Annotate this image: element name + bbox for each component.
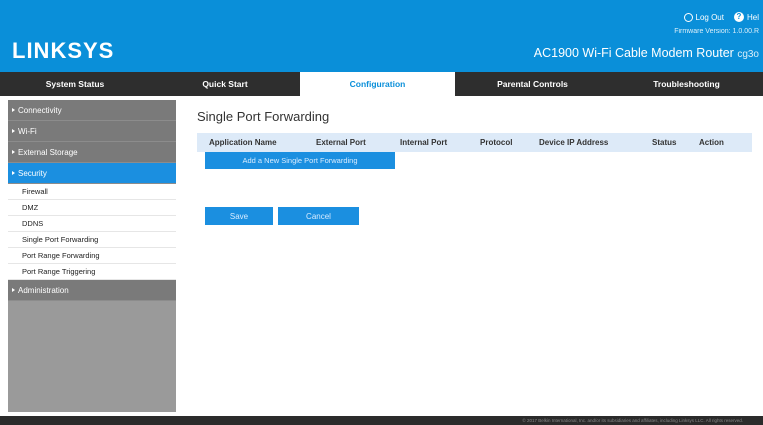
column-header: Status [652, 138, 677, 147]
tab-quick-start[interactable]: Quick Start [150, 72, 300, 96]
sidebar-subitem-firewall[interactable]: Firewall [8, 184, 176, 200]
sidebar-item-label: Wi-Fi [18, 126, 37, 136]
arrow-right-icon [12, 150, 15, 154]
tab-configuration[interactable]: Configuration [300, 72, 455, 96]
sidebar-item-label: Connectivity [18, 105, 62, 115]
sidebar-item-external-storage[interactable]: External Storage [8, 142, 176, 163]
sidebar-item-connectivity[interactable]: Connectivity [8, 100, 176, 121]
sidebar-item-label: External Storage [18, 147, 78, 157]
sidebar-item-label: Security [18, 168, 47, 178]
router-admin-page: LINKSYS Log Out ? Hel Firmware Version: … [0, 0, 763, 425]
tab-parental-controls[interactable]: Parental Controls [455, 72, 610, 96]
arrow-down-icon [12, 171, 15, 175]
cancel-button[interactable]: Cancel [278, 207, 359, 225]
sidebar-subitem-ddns[interactable]: DDNS [8, 216, 176, 232]
sidebar-item-administration[interactable]: Administration [8, 280, 176, 301]
sidebar-subitem-port-range-forwarding[interactable]: Port Range Forwarding [8, 248, 176, 264]
add-single-port-forwarding-button[interactable]: Add a New Single Port Forwarding [205, 152, 395, 169]
product-title: AC1900 Wi-Fi Cable Modem Router [533, 46, 734, 60]
column-header: Application Name [209, 138, 277, 147]
sidebar-subitem-dmz[interactable]: DMZ [8, 200, 176, 216]
footer-copyright: © 2017 Belkin International, Inc. and/or… [0, 416, 763, 425]
column-header: Internal Port [400, 138, 448, 147]
firmware-version: Firmware Version: 1.0.00.R [674, 28, 759, 35]
tab-troubleshooting[interactable]: Troubleshooting [610, 72, 763, 96]
sidebar-item-security[interactable]: Security [8, 163, 176, 184]
arrow-right-icon [12, 288, 15, 292]
main-tabs: System Status Quick Start Configuration … [0, 72, 763, 96]
sidebar: Connectivity Wi-Fi External Storage Secu… [8, 100, 176, 412]
header: LINKSYS Log Out ? Hel Firmware Version: … [0, 0, 763, 72]
sidebar-subitem-single-port-forwarding[interactable]: Single Port Forwarding [8, 232, 176, 248]
save-button[interactable]: Save [205, 207, 273, 225]
page-title: Single Port Forwarding [197, 109, 330, 124]
arrow-right-icon [12, 108, 15, 112]
linksys-logo: LINKSYS [12, 38, 115, 63]
column-header: Protocol [480, 138, 513, 147]
model-number: cg3o [737, 49, 759, 60]
sidebar-subitem-port-range-triggering[interactable]: Port Range Triggering [8, 264, 176, 280]
table-header: Application Name External Port Internal … [197, 133, 752, 152]
logout-label: Log Out [695, 12, 724, 22]
sidebar-item-wifi[interactable]: Wi-Fi [8, 121, 176, 142]
top-links: Log Out ? Hel [683, 12, 759, 22]
help-label: Hel [746, 12, 759, 22]
help-link[interactable]: ? Hel [733, 12, 759, 22]
power-icon [683, 12, 693, 22]
product-name: AC1900 Wi-Fi Cable Modem Router cg3o [534, 46, 759, 60]
sidebar-item-label: Administration [18, 285, 69, 295]
column-header: Action [699, 138, 724, 147]
tab-system-status[interactable]: System Status [0, 72, 150, 96]
column-header: Device IP Address [539, 138, 609, 147]
logout-link[interactable]: Log Out [683, 12, 724, 22]
help-icon: ? [733, 12, 744, 22]
column-header: External Port [316, 138, 366, 147]
arrow-right-icon [12, 129, 15, 133]
